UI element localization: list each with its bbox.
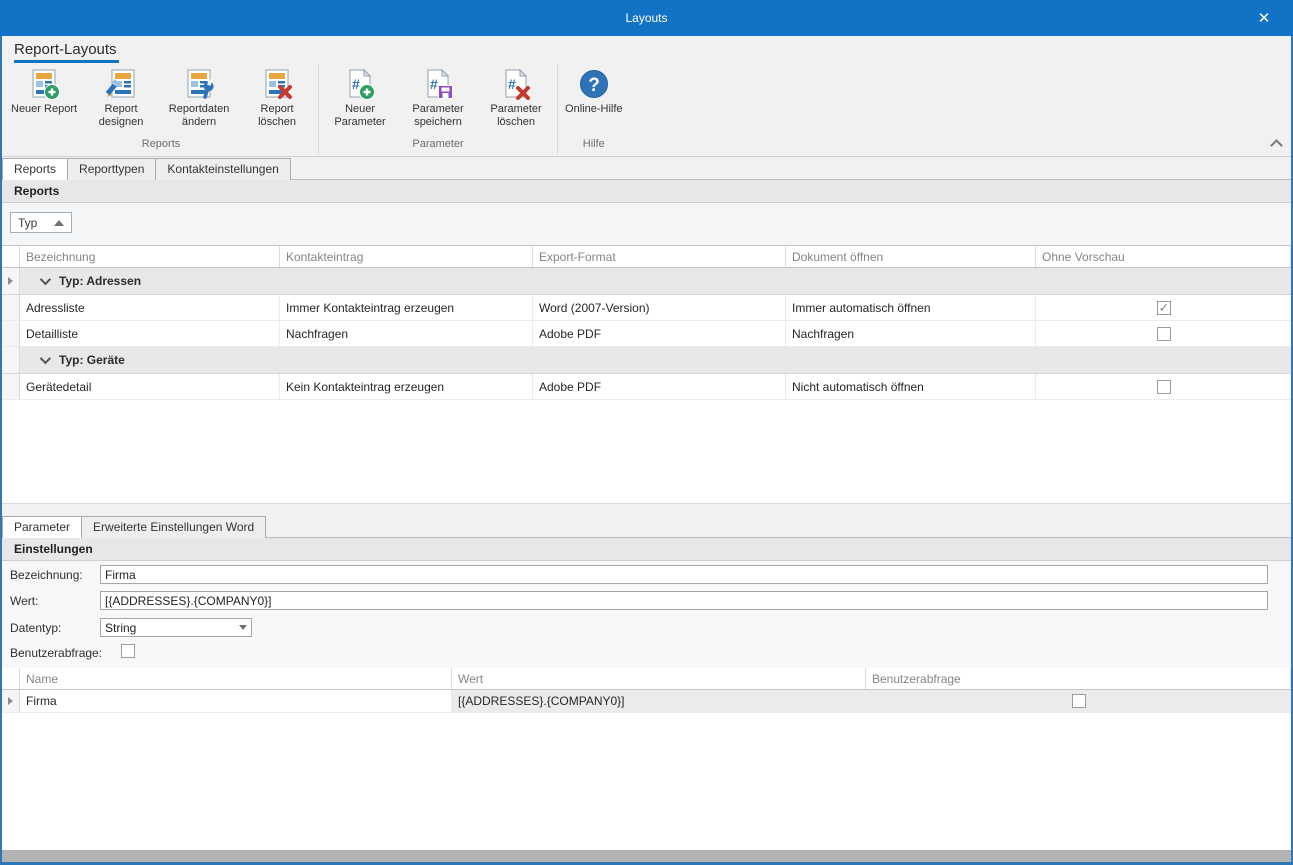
ohne-vorschau-checkbox[interactable] <box>1157 380 1171 394</box>
indicator-header-cell <box>2 668 20 689</box>
parameter-delete-icon: # <box>499 67 533 101</box>
benutzerabfrage-row-checkbox[interactable] <box>1072 694 1086 708</box>
row-indicator <box>2 321 20 346</box>
ribbon-group-hilfe: ? Online-Hilfe Hilfe <box>558 64 629 154</box>
ribbon-group-label-reports: Reports <box>6 137 316 154</box>
bezeichnung-label: Bezeichnung: <box>10 568 83 582</box>
online-hilfe-button[interactable]: ? Online-Hilfe <box>560 64 627 116</box>
report-add-icon <box>27 67 61 101</box>
focused-row-arrow-icon <box>8 277 13 285</box>
datentyp-select[interactable]: String <box>100 618 252 637</box>
reports-grid: Bezeichnung Kontakteintrag Export-Format… <box>2 246 1291 503</box>
column-header-benutzerabfrage[interactable]: Benutzerabfrage <box>866 668 1291 689</box>
row-indicator <box>2 295 20 320</box>
parameters-grid-header: Name Wert Benutzerabfrage <box>2 668 1291 690</box>
dropdown-arrow-icon <box>239 625 247 630</box>
report-designen-button[interactable]: Report designen <box>82 64 160 129</box>
group-row-label: Typ: Adressen <box>59 274 141 288</box>
layouts-dialog: Layouts ✕ Report-Layouts <box>0 0 1293 865</box>
column-header-name[interactable]: Name <box>20 668 452 689</box>
ribbon-collapse-chevron-icon[interactable] <box>1272 139 1281 148</box>
report-edit-icon <box>182 67 216 101</box>
parameter-loeschen-button[interactable]: # Parameter löschen <box>477 64 555 129</box>
empty-area <box>2 713 1291 850</box>
benutzerabfrage-checkbox[interactable] <box>121 644 135 658</box>
ribbon-group-parameter: # Neuer Parameter <box>319 64 558 154</box>
settings-form: Bezeichnung: Firma Wert: [{ADDRESSES}.{C… <box>2 561 1291 668</box>
ribbon-group-label-hilfe: Hilfe <box>560 137 627 154</box>
table-row-firma[interactable]: Firma [{ADDRESSES}.{COMPANY0}] <box>2 690 1291 713</box>
parameter-save-icon: # <box>421 67 455 101</box>
report-loeschen-button[interactable]: Report löschen <box>238 64 316 129</box>
group-row-geraete[interactable]: Typ: Geräte <box>2 347 1291 374</box>
datentyp-label: Datentyp: <box>10 621 61 635</box>
titlebar: Layouts ✕ <box>0 0 1293 36</box>
collapse-group-chevron-icon[interactable] <box>40 353 51 364</box>
parameter-add-icon: # <box>343 67 377 101</box>
einstellungen-caption: Einstellungen <box>2 538 1291 561</box>
main-tabstrip: Reports Reporttypen Kontakteinstellungen <box>2 157 1291 180</box>
row-indicator <box>2 690 20 712</box>
table-row-adressliste[interactable]: Adressliste Immer Kontakteintrag erzeuge… <box>2 295 1291 321</box>
row-indicator <box>2 347 20 373</box>
neuer-report-button[interactable]: Neuer Report <box>6 64 82 116</box>
detail-tabstrip: Parameter Erweiterte Einstellungen Word <box>2 503 1291 538</box>
column-header-dokument-oeffnen[interactable]: Dokument öffnen <box>786 246 1036 267</box>
indicator-header-cell <box>2 246 20 267</box>
tab-reporttypen[interactable]: Reporttypen <box>67 158 156 180</box>
group-row-label: Typ: Geräte <box>59 353 125 367</box>
column-header-ohne-vorschau[interactable]: Ohne Vorschau <box>1036 246 1291 267</box>
ohne-vorschau-checkbox[interactable] <box>1157 327 1171 341</box>
statusbar <box>2 850 1291 862</box>
tab-parameter[interactable]: Parameter <box>2 516 82 538</box>
group-by-panel: Typ <box>2 203 1291 246</box>
svg-text:#: # <box>508 76 516 92</box>
svg-text:#: # <box>430 76 438 92</box>
row-indicator <box>2 374 20 399</box>
table-row-detailliste[interactable]: Detailliste Nachfragen Adobe PDF Nachfra… <box>2 321 1291 347</box>
tab-reports[interactable]: Reports <box>2 158 68 180</box>
wert-input[interactable]: [{ADDRESSES}.{COMPANY0}] <box>100 591 1268 610</box>
report-design-icon <box>104 67 138 101</box>
ribbon-group-reports: Neuer Report <box>4 64 319 154</box>
ribbon: Report-Layouts <box>2 36 1291 157</box>
column-header-kontakteintrag[interactable]: Kontakteintrag <box>280 246 533 267</box>
group-by-chip-typ[interactable]: Typ <box>10 212 72 233</box>
column-header-wert[interactable]: Wert <box>452 668 866 689</box>
neuer-parameter-button[interactable]: # Neuer Parameter <box>321 64 399 129</box>
reports-grid-header: Bezeichnung Kontakteintrag Export-Format… <box>2 246 1291 268</box>
ribbon-group-label-parameter: Parameter <box>321 137 555 154</box>
close-icon[interactable]: ✕ <box>1247 0 1281 36</box>
ribbon-tab-report-layouts[interactable]: Report-Layouts <box>14 41 119 63</box>
benutzerabfrage-label: Benutzerabfrage: <box>10 646 102 660</box>
parameters-grid: Name Wert Benutzerabfrage Firma [{ADDRES… <box>2 668 1291 713</box>
ribbon-groups: Neuer Report <box>4 64 630 154</box>
tab-kontakteinstellungen[interactable]: Kontakteinstellungen <box>155 158 290 180</box>
svg-text:?: ? <box>588 75 600 96</box>
group-row-adressen[interactable]: Typ: Adressen <box>2 268 1291 295</box>
help-icon: ? <box>577 67 611 101</box>
reportdaten-aendern-button[interactable]: Reportdaten ändern <box>160 64 238 129</box>
table-row-geraetedetail[interactable]: Gerätedetail Kein Kontakteintrag erzeuge… <box>2 374 1291 400</box>
reports-caption: Reports <box>2 180 1291 203</box>
collapse-group-chevron-icon[interactable] <box>40 274 51 285</box>
bezeichnung-input[interactable]: Firma <box>100 565 1268 584</box>
window-title: Layouts <box>625 11 667 25</box>
focused-row-arrow-icon <box>8 697 13 705</box>
report-delete-icon <box>260 67 294 101</box>
row-indicator <box>2 268 20 294</box>
parameter-speichern-button[interactable]: # Parameter speichern <box>399 64 477 129</box>
tab-erweiterte-einstellungen-word[interactable]: Erweiterte Einstellungen Word <box>81 516 266 538</box>
wert-label: Wert: <box>10 594 38 608</box>
sort-ascending-icon <box>54 220 64 226</box>
column-header-export-format[interactable]: Export-Format <box>533 246 786 267</box>
svg-text:#: # <box>352 76 360 92</box>
ohne-vorschau-checkbox[interactable] <box>1157 301 1171 315</box>
column-header-bezeichnung[interactable]: Bezeichnung <box>20 246 280 267</box>
